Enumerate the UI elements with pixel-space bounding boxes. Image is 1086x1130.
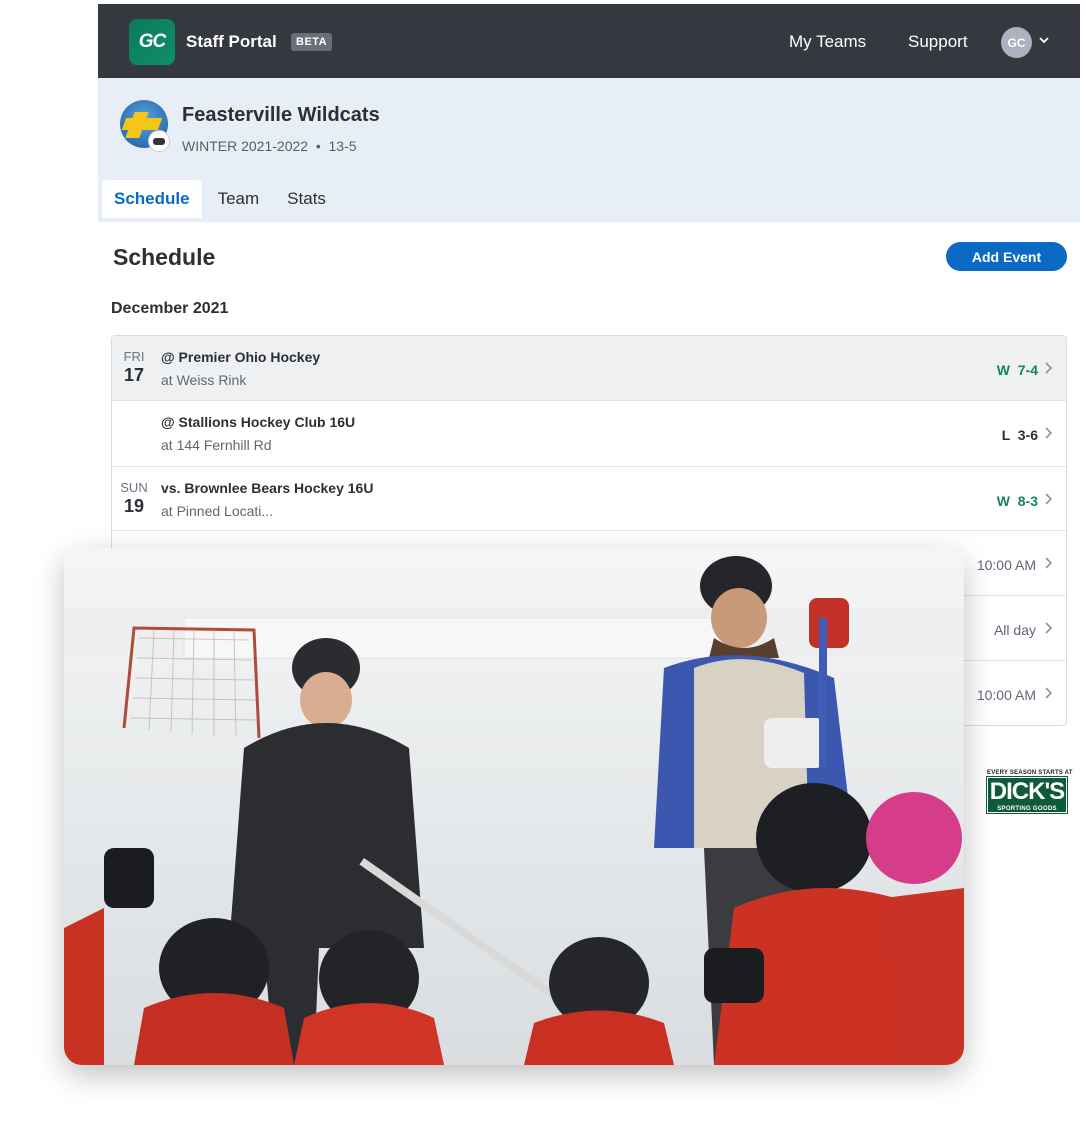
team-tabs: Schedule Team Stats bbox=[102, 180, 342, 218]
event-location: at Weiss Rink bbox=[161, 372, 247, 388]
logo-text: GC bbox=[138, 31, 166, 52]
sponsor-brand: DICK'S SPORTING GOODS bbox=[986, 776, 1068, 814]
event-location: at Pinned Locati... bbox=[161, 503, 274, 519]
add-event-button[interactable]: Add Event bbox=[946, 242, 1067, 271]
game-result: W 8-3 bbox=[996, 493, 1038, 509]
page-title: Schedule bbox=[113, 244, 216, 270]
avatar[interactable]: GC bbox=[1001, 27, 1032, 58]
sponsor-tagline: EVERY SEASON STARTS AT bbox=[987, 770, 1073, 776]
event-row[interactable]: @ Stallions Hockey Club 16U at 144 Fernh… bbox=[112, 401, 1066, 466]
nav-support[interactable]: Support bbox=[908, 32, 968, 52]
chevron-right-icon bbox=[1045, 687, 1053, 699]
event-time: 10:00 AM bbox=[976, 687, 1036, 703]
day-number: 17 bbox=[123, 365, 145, 385]
portal-title: Staff Portal bbox=[186, 32, 277, 51]
chevron-right-icon bbox=[1045, 493, 1053, 505]
event-title: vs. Brownlee Bears Hockey 16U bbox=[161, 480, 374, 496]
event-date: FRI 17 bbox=[112, 336, 156, 386]
sponsor-brand-name: DICK'S bbox=[989, 778, 1065, 805]
event-time: 10:00 AM bbox=[976, 557, 1036, 573]
nav-my-teams[interactable]: My Teams bbox=[789, 32, 866, 52]
chevron-right-icon bbox=[1045, 622, 1053, 634]
game-result: W 7-4 bbox=[996, 362, 1038, 378]
hockey-puck-icon bbox=[148, 130, 170, 152]
chevron-down-icon[interactable] bbox=[1039, 35, 1049, 45]
day-number: 19 bbox=[123, 496, 145, 516]
sponsor-logo[interactable]: EVERY SEASON STARTS AT DICK'S SPORTING G… bbox=[986, 770, 1073, 814]
month-heading: December 2021 bbox=[111, 300, 229, 317]
hockey-team-photo bbox=[64, 548, 964, 1065]
event-date: SUN 19 bbox=[112, 467, 156, 517]
day-of-week: FRI bbox=[123, 349, 145, 364]
chevron-right-icon bbox=[1045, 362, 1053, 374]
beta-badge: BETA bbox=[291, 33, 333, 51]
chevron-right-icon bbox=[1045, 557, 1053, 569]
event-title: @ Stallions Hockey Club 16U bbox=[161, 414, 356, 430]
event-time: All day bbox=[993, 622, 1036, 638]
game-result: L 3-6 bbox=[1001, 427, 1038, 443]
tab-team[interactable]: Team bbox=[206, 180, 272, 218]
team-name: Feasterville Wildcats bbox=[182, 104, 380, 126]
event-row[interactable]: SUN 19 vs. Brownlee Bears Hockey 16U at … bbox=[112, 466, 1066, 531]
photo-illustration bbox=[64, 548, 964, 1065]
team-header: Feasterville Wildcats WINTER 2021-2022 •… bbox=[98, 78, 1080, 222]
tab-stats[interactable]: Stats bbox=[275, 180, 338, 218]
team-season-record: WINTER 2021-2022 • 13-5 bbox=[182, 138, 357, 154]
sponsor-brand-sub: SPORTING GOODS bbox=[997, 806, 1057, 812]
chevron-right-icon bbox=[1045, 427, 1053, 439]
gc-logo[interactable]: GC bbox=[129, 19, 175, 65]
event-location: at 144 Fernhill Rd bbox=[161, 437, 272, 453]
event-title: @ Premier Ohio Hockey bbox=[161, 349, 321, 365]
tab-schedule[interactable]: Schedule bbox=[102, 180, 202, 218]
top-nav: GC Staff Portal BETA My Teams Support GC bbox=[98, 4, 1080, 78]
day-of-week: SUN bbox=[120, 480, 148, 495]
event-row[interactable]: FRI 17 @ Premier Ohio Hockey at Weiss Ri… bbox=[112, 336, 1066, 401]
